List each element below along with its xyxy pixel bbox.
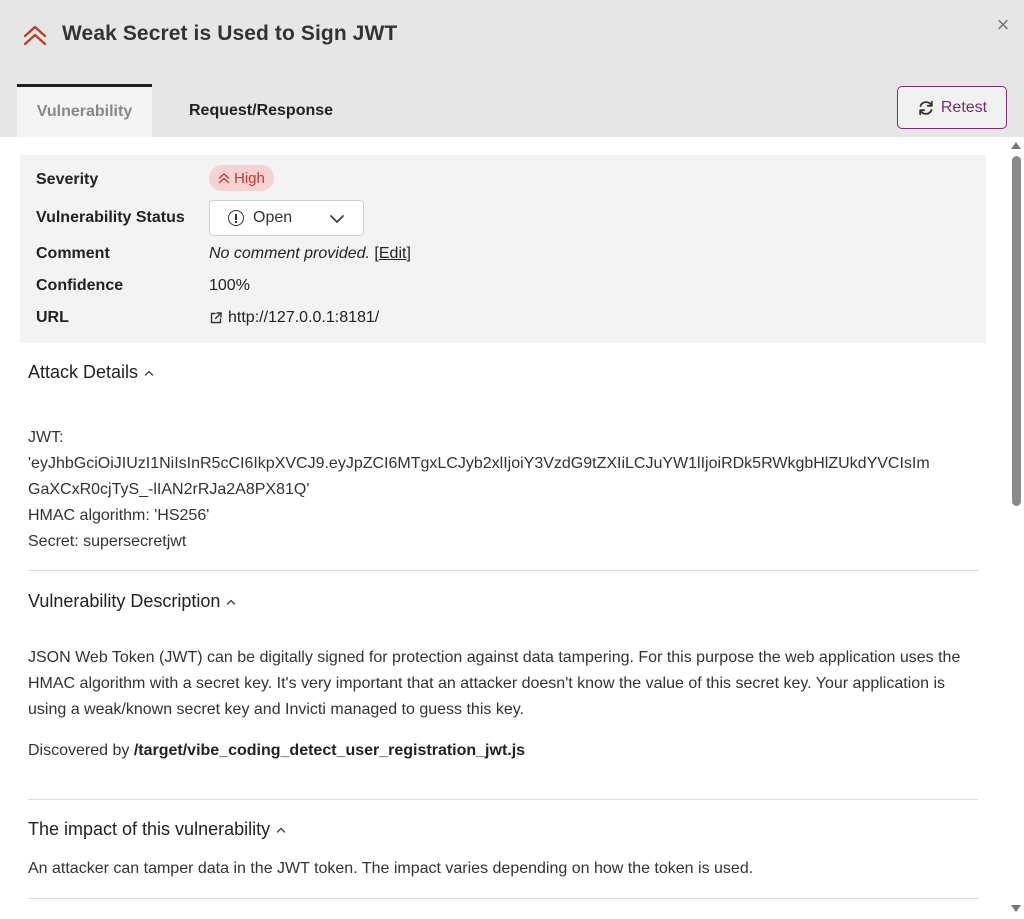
severity-badge: High <box>209 165 274 191</box>
attack-details-title: Attack Details <box>28 362 139 382</box>
severity-high-icon <box>218 173 230 184</box>
impact-text: An attacker can tamper data in the JWT t… <box>28 860 754 877</box>
edit-bracket-close: ] <box>406 245 411 262</box>
severity-label: Severity <box>36 171 99 188</box>
jwt-token-line-1: 'eyJhbGciOiJIUzI1NiIsInR5cCI6IkpXVCJ9.ey… <box>28 455 930 472</box>
secret-value: Secret: supersecretjwt <box>28 533 187 550</box>
url-label: URL <box>36 309 69 326</box>
tab-vulnerability[interactable]: Vulnerability <box>17 84 152 137</box>
scroll-down-arrow-icon[interactable] <box>1011 905 1021 912</box>
severity-high-icon <box>23 25 47 46</box>
scrollbar-thumb[interactable] <box>1012 156 1021 506</box>
impact-toggle[interactable]: The impact of this vulnerability <box>28 819 286 840</box>
divider <box>28 799 978 800</box>
dialog-title: Weak Secret is Used to Sign JWT <box>62 22 398 45</box>
vulnerability-summary: Severity High Vulnerability Status Open … <box>20 155 986 343</box>
discovered-by: Discovered by /target/vibe_coding_detect… <box>28 738 525 764</box>
retest-button[interactable]: Retest <box>897 86 1007 129</box>
external-link-icon <box>210 312 222 324</box>
chevron-up-icon <box>144 370 154 376</box>
vulnerability-description-text: JSON Web Token (JWT) can be digitally si… <box>28 649 961 718</box>
refresh-icon <box>919 100 933 115</box>
comment-label: Comment <box>36 245 110 262</box>
vulnerability-description-toggle[interactable]: Vulnerability Description <box>28 591 236 612</box>
severity-value: High <box>234 169 265 187</box>
attack-details-toggle[interactable]: Attack Details <box>28 362 154 383</box>
impact-title: The impact of this vulnerability <box>28 819 271 839</box>
chevron-up-icon <box>276 827 286 833</box>
attack-details-body: JWT: 'eyJhbGciOiJIUzI1NiIsInR5cCI6IkpXVC… <box>28 425 980 555</box>
url-text: http://127.0.0.1:8181/ <box>228 309 380 326</box>
comment-value: No comment provided. [Edit] <box>209 245 411 263</box>
scroll-up-arrow-icon[interactable] <box>1011 142 1021 149</box>
tab-request-response[interactable]: Request/Response <box>172 84 357 137</box>
discovered-by-prefix: Discovered by <box>28 742 130 759</box>
confidence-label: Confidence <box>36 277 124 294</box>
status-dropdown[interactable]: Open <box>209 200 364 236</box>
comment-text: No comment provided. <box>209 245 370 262</box>
chevron-down-icon <box>330 215 344 223</box>
hmac-algorithm: HMAC algorithm: 'HS256' <box>28 507 210 524</box>
alert-circle-icon <box>228 210 244 226</box>
jwt-label: JWT: <box>28 429 64 446</box>
chevron-up-icon <box>227 599 236 605</box>
divider <box>28 898 978 899</box>
status-label: Vulnerability Status <box>36 209 185 226</box>
url-link[interactable]: http://127.0.0.1:8181/ <box>209 309 379 327</box>
close-icon[interactable]: × <box>990 12 1016 38</box>
divider <box>28 570 978 571</box>
discovered-by-script: /target/vibe_coding_detect_user_registra… <box>133 742 526 759</box>
edit-comment-link[interactable]: Edit <box>379 245 407 262</box>
confidence-value: 100% <box>209 277 250 294</box>
url-value: http://127.0.0.1:8181/ <box>209 309 379 330</box>
status-value: Open <box>253 209 293 226</box>
retest-label: Retest <box>940 98 988 116</box>
dialog-header: Weak Secret is Used to Sign JWT × Vulner… <box>0 0 1024 137</box>
vulnerability-description-title: Vulnerability Description <box>28 591 221 611</box>
jwt-token-line-2: GaXCxR0cjTyS_-lIAN2rRJa2A8PX81Q' <box>28 481 310 498</box>
